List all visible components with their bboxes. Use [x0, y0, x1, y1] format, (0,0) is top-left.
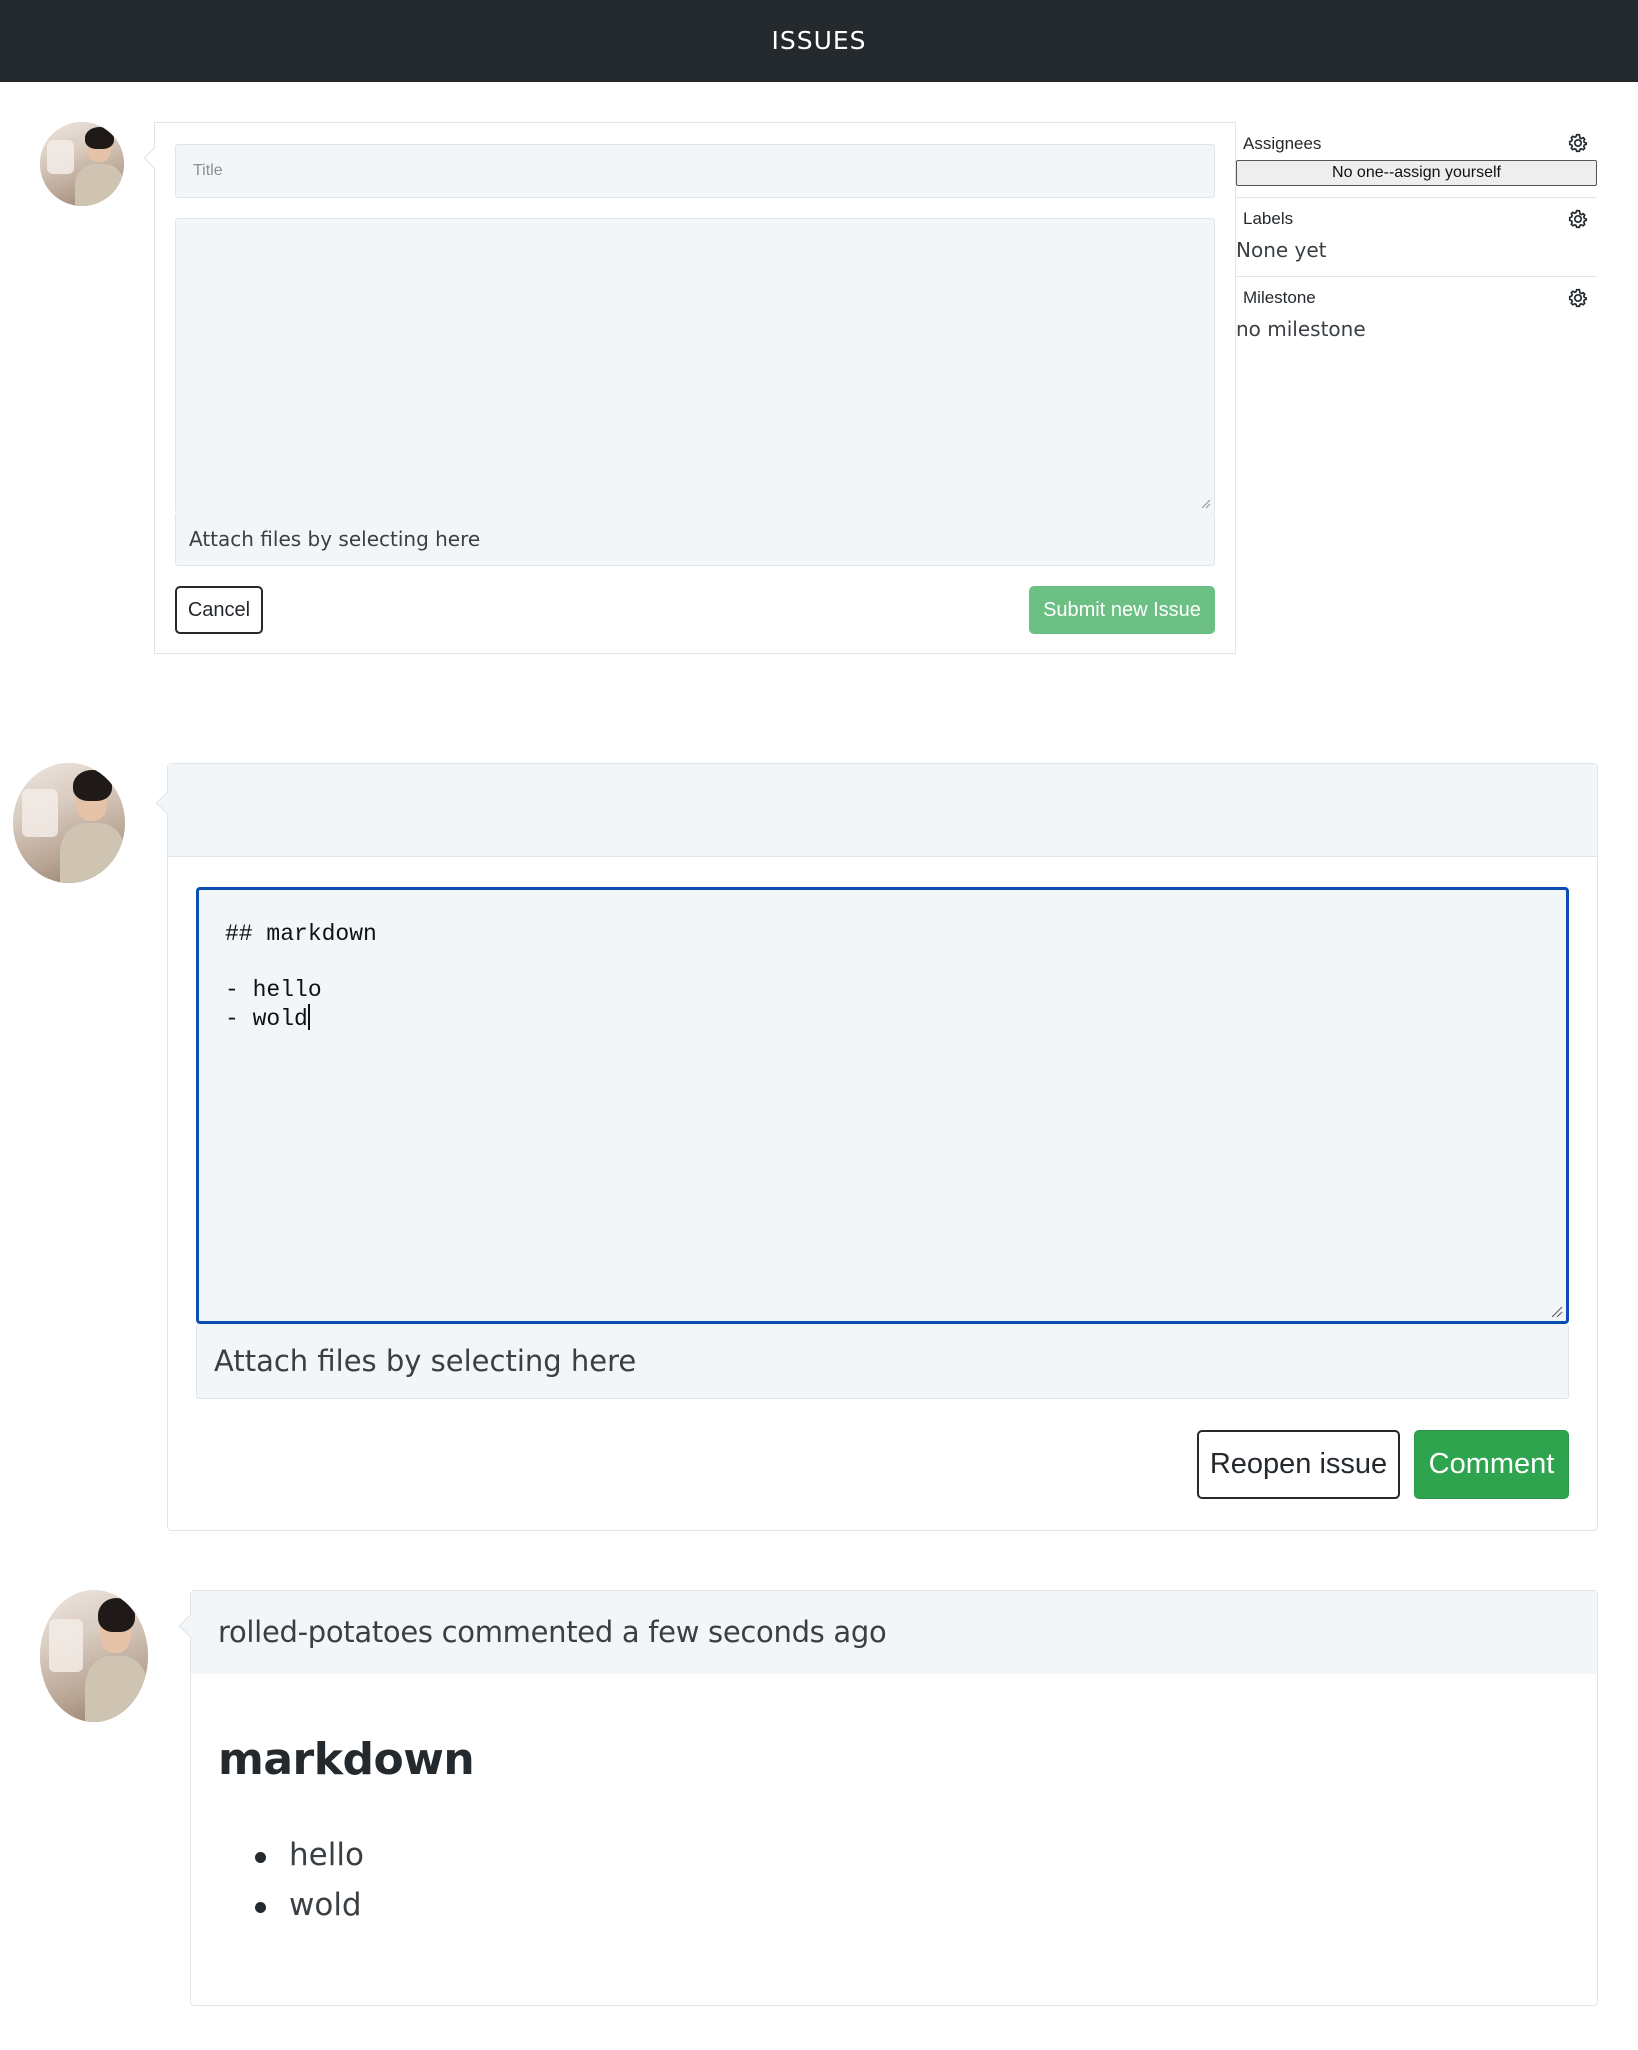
assign-yourself-button[interactable]: No one--assign yourself [1236, 160, 1597, 186]
attach-files-area[interactable]: Attach files by selecting here [175, 512, 1215, 566]
list-item-text: hello [289, 1837, 364, 1873]
textarea-line: - wold [225, 1004, 377, 1033]
title-input[interactable]: Title [175, 144, 1215, 198]
text-cursor [307, 1004, 310, 1030]
textarea-line: - hello [225, 977, 322, 1003]
resize-handle-icon[interactable] [1551, 1306, 1563, 1318]
bullet [255, 1902, 266, 1913]
labels-heading: Labels [1243, 209, 1294, 228]
comment-label: Comment [1428, 1448, 1555, 1480]
resize-handle-icon[interactable] [1201, 499, 1211, 509]
sidebar-divider [1236, 276, 1597, 277]
page-title: ISSUES [771, 26, 867, 55]
cancel-button[interactable]: Cancel [175, 586, 263, 634]
assignees-heading: Assignees [1243, 134, 1322, 153]
list-item: wold [219, 1887, 364, 1937]
title-placeholder: Title [193, 162, 223, 179]
reopen-issue-button[interactable]: Reopen issue [1197, 1430, 1400, 1499]
assign-yourself-label: No one--assign yourself [1332, 164, 1501, 181]
textarea-line-text: - wold [225, 1006, 308, 1032]
labels-value: None yet [1236, 238, 1327, 262]
top-bar: ISSUES [0, 0, 1638, 82]
attach-files-area[interactable]: Attach files by selecting here [196, 1324, 1569, 1399]
comment-body-heading: markdown [218, 1734, 475, 1785]
comment-textarea[interactable]: ## markdown - hello - wold [196, 887, 1569, 1324]
issue-body-textarea[interactable] [175, 218, 1215, 513]
user-avatar[interactable] [40, 122, 124, 206]
user-avatar[interactable] [40, 1590, 148, 1722]
user-avatar[interactable] [13, 763, 125, 883]
textarea-line [225, 948, 377, 976]
attach-files-text: Attach files by selecting here [189, 527, 481, 551]
comment-author-meta: rolled-potatoes commented a few seconds … [218, 1615, 887, 1649]
comment-textarea-content: ## markdown - hello - wold [225, 920, 377, 1033]
sidebar-divider [1236, 197, 1597, 198]
comment-form-header [168, 764, 1597, 857]
gear-icon[interactable] [1567, 208, 1589, 230]
comment-card: rolled-potatoes commented a few seconds … [190, 1590, 1598, 2006]
submit-label: Submit new Issue [1043, 598, 1201, 621]
gear-icon[interactable] [1567, 287, 1589, 309]
comment-header: rolled-potatoes commented a few seconds … [191, 1591, 1597, 1674]
cancel-label: Cancel [187, 598, 251, 621]
milestone-heading: Milestone [1243, 288, 1316, 307]
gear-icon[interactable] [1567, 132, 1589, 154]
bullet [255, 1852, 266, 1863]
submit-new-issue-button[interactable]: Submit new Issue [1029, 586, 1215, 634]
comment-body-list: hello wold [219, 1837, 364, 1937]
list-item: hello [219, 1837, 364, 1887]
milestone-value: no milestone [1236, 317, 1366, 341]
reopen-issue-label: Reopen issue [1209, 1448, 1388, 1480]
comment-button[interactable]: Comment [1414, 1430, 1569, 1499]
attach-files-text: Attach files by selecting here [214, 1344, 637, 1378]
textarea-line: ## markdown [225, 921, 377, 947]
list-item-text: wold [289, 1887, 362, 1923]
